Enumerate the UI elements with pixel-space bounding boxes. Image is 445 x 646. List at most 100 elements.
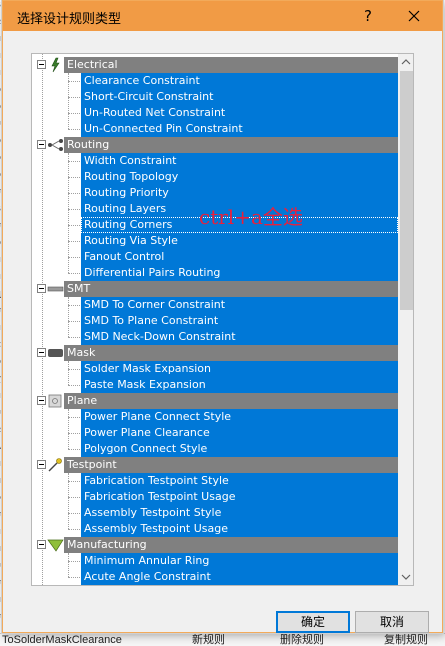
tree-rule-item[interactable]: SMD Neck-Down Constraint [81,329,398,345]
tree-rule-item[interactable]: Polygon Connect Style [81,441,398,457]
rule-type-tree[interactable]: Electrical Clearance Constraint Short-Circ… [31,53,414,586]
tree-rule-item[interactable]: Power Plane Clearance [81,425,398,441]
tree-connector [68,529,80,530]
tree-connector [68,369,80,370]
tree-rule-item[interactable]: Un-Routed Net Constraint [81,105,398,121]
scroll-up-button[interactable] [398,54,413,70]
tree-category-electrical[interactable]: Electrical [32,57,398,73]
tree-category-label: Testpoint [64,457,398,473]
tree-content: Electrical Clearance Constraint Short-Circ… [32,54,398,585]
tree-connector [68,241,80,242]
rule-item-label: Minimum Annular Ring [81,553,398,569]
tree-connector [68,193,80,194]
cancel-button[interactable]: 取消 [355,611,429,633]
collapse-toggle-icon[interactable] [37,396,46,405]
tree-connector [42,54,43,585]
tree-rule-item[interactable]: SMD To Plane Constraint [81,313,398,329]
tree-rule-item[interactable]: Differential Pairs Routing [81,265,398,281]
tree-connector [68,225,80,226]
collapse-toggle-icon[interactable] [37,540,46,549]
tree-rule-item[interactable]: Power Plane Connect Style [81,409,398,425]
select-rule-type-dialog: 选择设计规则类型 ? Electrical Clearance Constrain… [2,0,443,633]
tree-connector [68,409,69,449]
background-new-rule-button: 新规则 [192,634,225,646]
vertical-scrollbar[interactable] [398,54,413,585]
tree-rule-item[interactable]: Clearance Constraint [81,73,398,89]
ok-button[interactable]: 确定 [276,611,350,633]
tree-rule-item[interactable]: Un-Connected Pin Constraint [81,121,398,137]
tree-category-testpoint[interactable]: Testpoint [32,457,398,473]
tree-rule-item[interactable]: Paste Mask Expansion [81,377,398,393]
tree-connector [68,209,80,210]
tree-connector [68,497,80,498]
rule-item-label: Routing Priority [81,185,398,201]
tree-connector [68,153,69,273]
tree-connector [68,305,80,306]
tree-connector [68,81,80,82]
tree-rule-item[interactable]: Assembly Testpoint Style [81,505,398,521]
rule-item-label: Fanout Control [81,249,398,265]
tree-connector [68,273,80,274]
tree-rule-item[interactable]: Width Constraint [81,153,398,169]
tree-category-mask[interactable]: Mask [32,345,398,361]
rule-item-label: Solder Mask Expansion [81,361,398,377]
title-bar[interactable]: 选择设计规则类型 ? [3,1,442,31]
tree-category-smt[interactable]: SMT [32,281,398,297]
background-copy-rule-button: 复制规则 [384,634,428,646]
tree-connector [68,97,80,98]
tree-rule-item[interactable]: Routing Topology [81,169,398,185]
tree-category-routing[interactable]: Routing [32,137,398,153]
tree-connector [68,385,80,386]
tree-rule-item[interactable]: Acute Angle Constraint [81,569,398,585]
tree-rule-item[interactable]: Routing Priority [81,185,398,201]
tree-connector [68,337,80,338]
rule-item-label: Power Plane Connect Style [81,409,398,425]
tree-rule-item[interactable]: Short-Circuit Constraint [81,89,398,105]
tree-rule-item[interactable]: Routing Via Style [81,233,398,249]
background-window-bottom: ToSolderMaskClearance 新规则 删除规则 复制规则 [0,633,445,646]
rule-item-label: Paste Mask Expansion [81,377,398,393]
background-text: ToSolderMaskClearance [2,634,122,646]
scroll-down-button[interactable] [398,569,413,585]
collapse-toggle-icon[interactable] [37,140,46,149]
tree-connector [68,553,69,577]
collapse-toggle-icon[interactable] [37,60,46,69]
tree-connector [68,449,80,450]
tree-rule-item[interactable]: SMD To Corner Constraint [81,297,398,313]
routing-icon [47,137,64,153]
collapse-toggle-icon[interactable] [37,348,46,357]
rule-item-label: Width Constraint [81,153,398,169]
rule-item-label: Clearance Constraint [81,73,398,89]
tree-connector [68,361,69,385]
tree-rule-item[interactable]: Minimum Annular Ring [81,553,398,569]
tree-rule-item[interactable]: Fabrication Testpoint Style [81,473,398,489]
help-button[interactable]: ? [357,5,379,27]
rule-item-label: Routing Topology [81,169,398,185]
tree-rule-item[interactable]: Fabrication Testpoint Usage [81,489,398,505]
scroll-thumb[interactable] [400,71,413,310]
tree-rule-item[interactable]: Assembly Testpoint Usage [81,521,398,537]
tree-connector [68,473,69,529]
tree-category-plane[interactable]: Plane [32,393,398,409]
shortcut-annotation: ctrl+a全选 [199,205,303,229]
close-icon [408,10,420,22]
tree-rule-item[interactable]: Solder Mask Expansion [81,361,398,377]
tree-connector [68,161,80,162]
collapse-toggle-icon[interactable] [37,460,46,469]
tree-connector [68,561,80,562]
tree-rule-item[interactable]: Fanout Control [81,249,398,265]
collapse-toggle-icon[interactable] [37,284,46,293]
close-button[interactable] [401,5,427,27]
rule-item-label: SMD To Plane Constraint [81,313,398,329]
tree-connector [68,433,80,434]
tree-connector [68,577,80,578]
tree-connector [68,73,69,129]
tree-category-label: Manufacturing [64,537,398,553]
tree-category-manufacturing[interactable]: Manufacturing [32,537,398,553]
manufacturing-icon [47,537,64,553]
tree-category-label: Plane [64,393,398,409]
rule-item-label: Fabrication Testpoint Usage [81,489,398,505]
tree-connector [68,257,80,258]
smt-icon [47,281,64,297]
tree-connector [68,513,80,514]
